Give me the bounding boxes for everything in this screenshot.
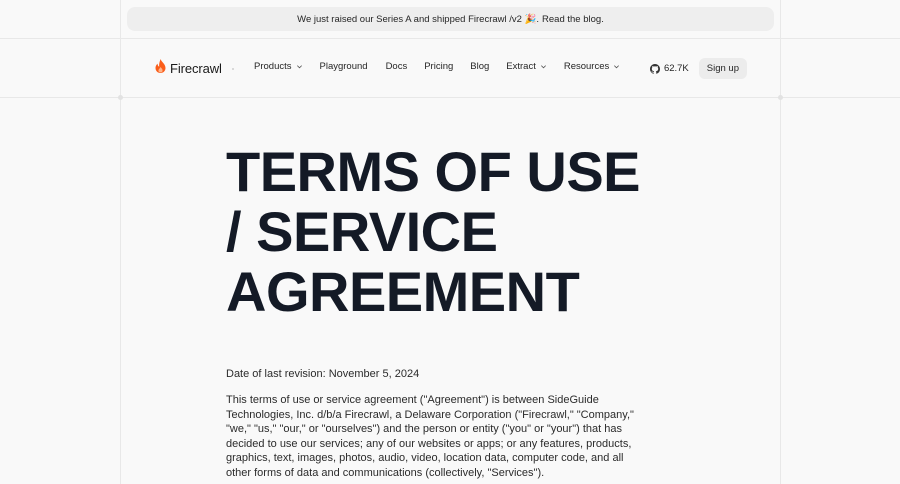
guide-line-nav-bottom	[0, 97, 900, 98]
title-line: / SERVICE	[226, 200, 498, 263]
agreement-intro: This terms of use or service agreement (…	[226, 394, 634, 479]
brand-name: Firecrawl	[170, 61, 222, 76]
top-nav: Firecrawl Products Playground Docs Prici…	[120, 38, 780, 97]
nav-item-blog[interactable]: Blog	[470, 61, 489, 72]
github-icon	[649, 63, 660, 74]
revision-date: Date of last revision: November 5, 2024	[226, 368, 420, 380]
nav-item-extract[interactable]: Extract	[506, 61, 547, 72]
title-line: TERMS OF USE	[226, 140, 641, 203]
announcement-bar[interactable]: We just raised our Series A and shipped …	[127, 7, 774, 31]
chevron-down-icon	[614, 65, 620, 69]
nav-item-label: Blog	[470, 61, 490, 72]
github-stars-link[interactable]: 62.7K	[649, 63, 689, 74]
chevron-down-icon	[540, 65, 546, 69]
nav-item-label: Pricing	[424, 61, 454, 72]
nav-item-products[interactable]: Products	[254, 61, 303, 72]
nav-item-label: Products	[254, 61, 292, 72]
announcement-text: We just raised our Series A and shipped …	[297, 13, 540, 25]
nav-item-docs[interactable]: Docs	[386, 61, 408, 72]
guide-line-right	[780, 0, 781, 484]
nav-item-resources[interactable]: Resources	[564, 61, 620, 72]
flame-icon	[155, 59, 166, 78]
nav-item-label: Docs	[385, 61, 408, 72]
nav-item-playground[interactable]: Playground	[320, 61, 368, 72]
announcement-link[interactable]: Read the blog.	[542, 14, 604, 25]
nav-item-label: Playground	[319, 61, 368, 72]
nav-item-label: Extract	[506, 61, 536, 72]
divider	[232, 68, 234, 70]
nav-actions: 62.7K Sign up	[649, 58, 747, 79]
page-title: TERMS OF USE / SERVICE AGREEMENT	[226, 142, 666, 322]
main-menu: Products Playground Docs Pricing Blog Ex…	[254, 61, 620, 72]
nav-item-label: Resources	[563, 61, 610, 72]
chevron-down-icon	[296, 65, 302, 69]
title-line: AGREEMENT	[226, 260, 580, 323]
brand-logo[interactable]: Firecrawl	[155, 59, 222, 78]
nav-item-pricing[interactable]: Pricing	[424, 61, 453, 72]
github-star-count: 62.7K	[663, 63, 689, 74]
signup-button[interactable]: Sign up	[698, 58, 747, 79]
